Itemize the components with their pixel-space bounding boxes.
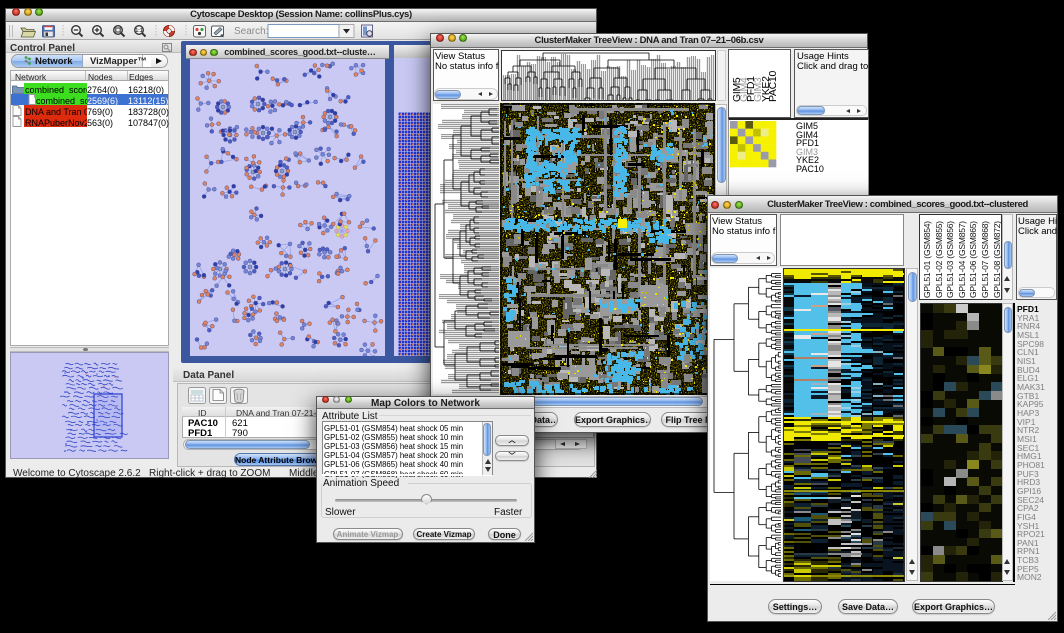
svg-text:Search:: Search: (234, 26, 268, 37)
svg-text:1:1: 1:1 (135, 28, 142, 34)
